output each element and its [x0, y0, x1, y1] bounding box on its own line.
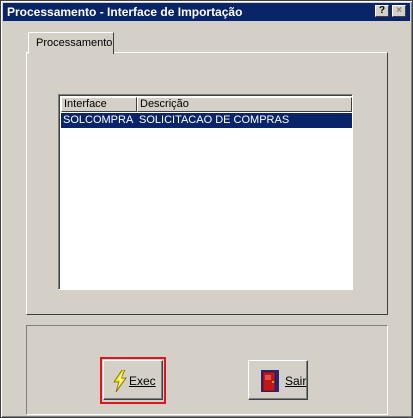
list-header: Interface Descrição — [61, 97, 352, 112]
title-bar[interactable]: Processamento - Interface de Importação … — [3, 3, 410, 21]
dialog-window: Processamento - Interface de Importação … — [0, 0, 413, 418]
close-button[interactable]: × — [392, 5, 406, 17]
column-header-interface[interactable]: Interface — [61, 97, 137, 112]
exec-button[interactable]: Exec — [103, 360, 163, 400]
sair-button[interactable]: Sair — [248, 360, 308, 400]
tab-label: Processamento — [36, 37, 113, 49]
help-button[interactable]: ? — [375, 5, 389, 17]
door-exit-icon — [261, 370, 279, 392]
column-header-descricao[interactable]: Descrição — [137, 97, 352, 112]
list-row[interactable]: SOLCOMPRA SOLICITACAO DE COMPRAS — [61, 113, 352, 128]
interface-list[interactable]: Interface Descrição SOLCOMPRA SOLICITACA… — [58, 94, 353, 290]
cell-interface: SOLCOMPRA — [63, 114, 134, 126]
cell-descricao: SOLICITACAO DE COMPRAS — [139, 114, 290, 126]
tab-processamento[interactable]: Processamento — [28, 32, 114, 54]
button-panel — [26, 325, 388, 415]
sair-button-label: Sair — [285, 374, 307, 388]
lightning-icon — [113, 370, 127, 392]
exec-button-label: Exec — [129, 374, 156, 388]
window-title: Processamento - Interface de Importação — [7, 5, 243, 19]
